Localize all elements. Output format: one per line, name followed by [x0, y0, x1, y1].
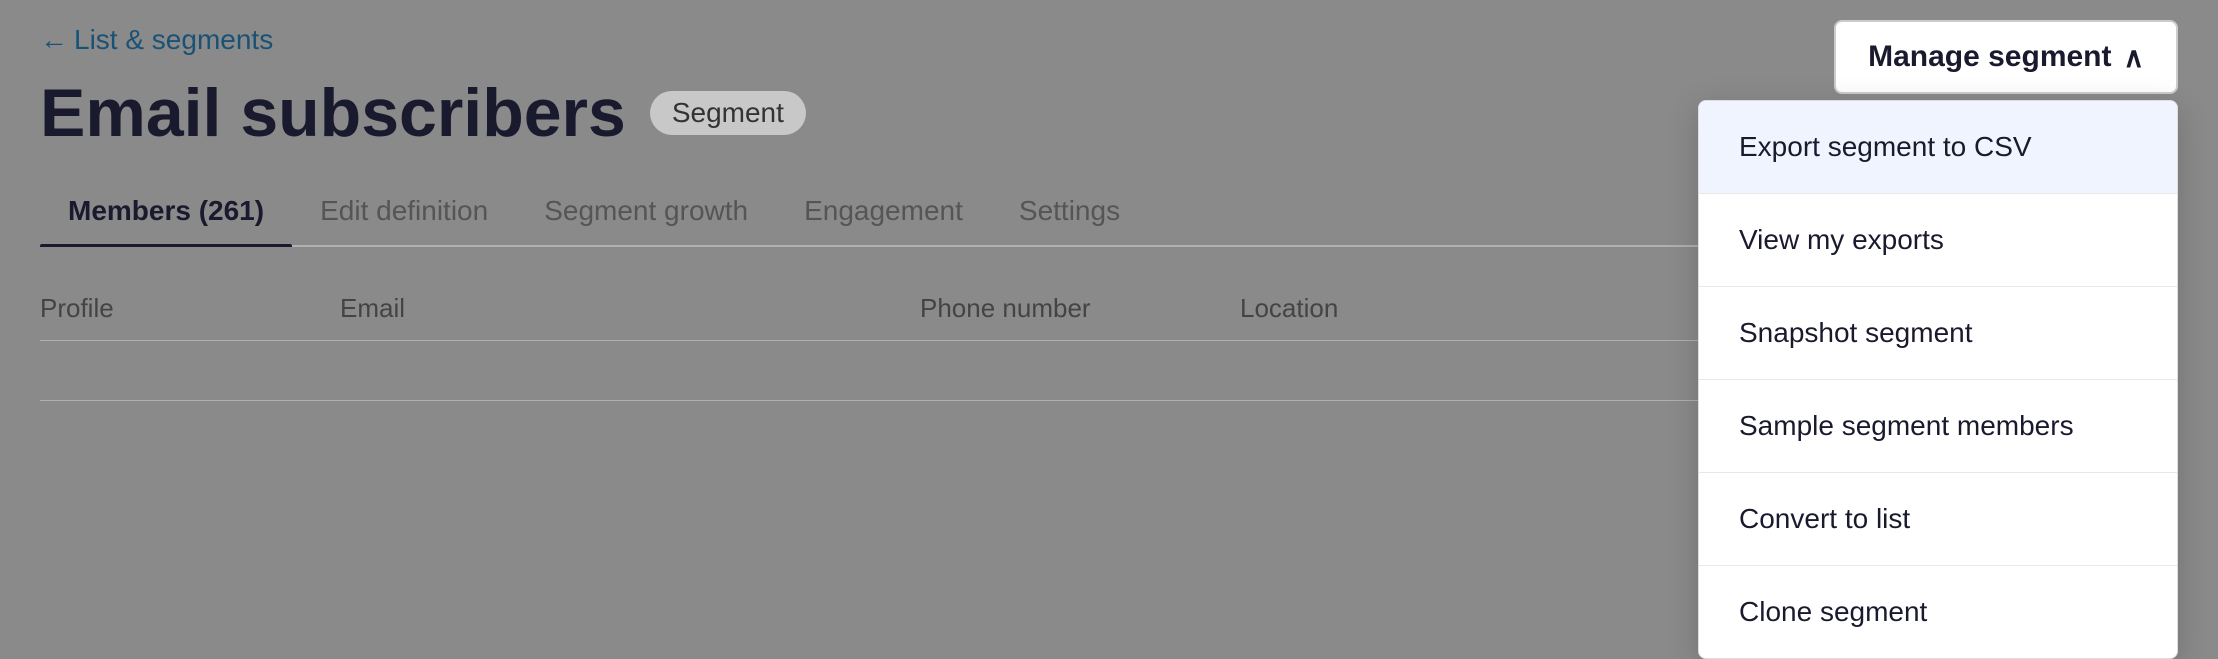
- menu-item-convert-to-list[interactable]: Convert to list: [1699, 473, 2177, 566]
- manage-segment-label: Manage segment: [1868, 40, 2111, 74]
- menu-item-clone-segment[interactable]: Clone segment: [1699, 566, 2177, 658]
- segment-badge: Segment: [650, 91, 806, 135]
- dropdown-area: Manage segment ∧ Export segment to CSV V…: [1834, 20, 2178, 94]
- tab-settings[interactable]: Settings: [991, 179, 1148, 245]
- column-profile: Profile: [40, 293, 320, 324]
- manage-segment-dropdown: Export segment to CSV View my exports Sn…: [1698, 100, 2178, 659]
- tab-engagement[interactable]: Engagement: [776, 179, 991, 245]
- menu-item-view-exports[interactable]: View my exports: [1699, 194, 2177, 287]
- back-link[interactable]: ← List & segments: [40, 24, 273, 56]
- back-link-label: List & segments: [74, 24, 273, 56]
- menu-item-sample-members[interactable]: Sample segment members: [1699, 380, 2177, 473]
- tab-edit-definition[interactable]: Edit definition: [292, 179, 516, 245]
- tab-segment-growth[interactable]: Segment growth: [516, 179, 776, 245]
- column-location: Location: [1240, 293, 1540, 324]
- page-title: Email subscribers: [40, 76, 626, 151]
- manage-segment-button[interactable]: Manage segment ∧: [1834, 20, 2178, 94]
- back-arrow-icon: ←: [40, 24, 68, 56]
- menu-item-snapshot-segment[interactable]: Snapshot segment: [1699, 287, 2177, 380]
- chevron-up-icon: ∧: [2124, 41, 2145, 74]
- column-email: Email: [320, 293, 920, 324]
- tab-members[interactable]: Members (261): [40, 179, 292, 245]
- column-phone: Phone number: [920, 293, 1240, 324]
- menu-item-export-csv[interactable]: Export segment to CSV: [1699, 101, 2177, 194]
